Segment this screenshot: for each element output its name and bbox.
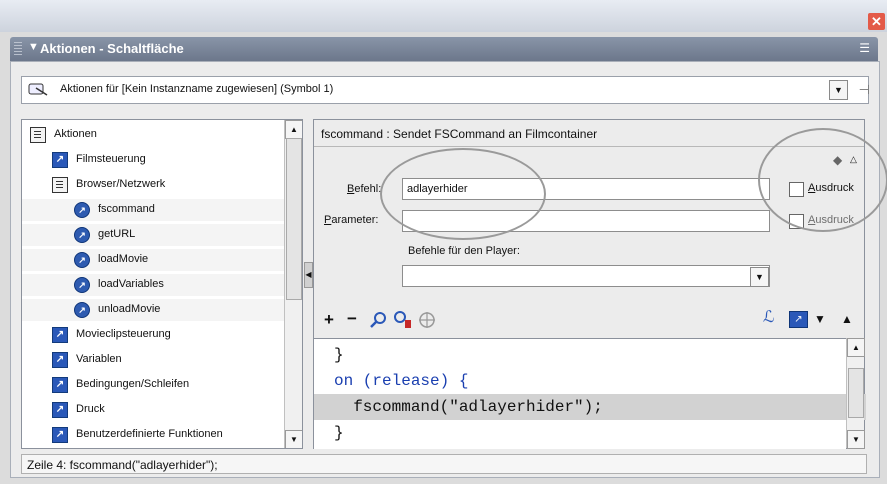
code-line[interactable]: } xyxy=(314,420,866,446)
befehl-label: Befehl: xyxy=(347,183,382,195)
parameter-label: Parameter: xyxy=(324,214,379,226)
script-scrollbar[interactable]: ▲ ▼ xyxy=(846,338,865,449)
code-line[interactable]: on (release) { xyxy=(314,368,866,394)
pin-icon[interactable]: ⊣ xyxy=(859,82,870,98)
debug-options-icon[interactable]: ℒ xyxy=(763,309,775,327)
insert-target-path-icon[interactable] xyxy=(418,311,436,329)
find-icon[interactable] xyxy=(369,311,387,329)
reference-icon[interactable]: ◆ xyxy=(833,153,842,167)
scroll-down-button[interactable]: ▼ xyxy=(285,430,302,448)
player-commands-select[interactable]: ▼ xyxy=(402,265,770,287)
target-label: Aktionen für [Kein Instanzname zugewiese… xyxy=(60,83,334,95)
action-folder-icon: ↗ xyxy=(52,402,68,418)
tree-item[interactable]: ↗ Variablen xyxy=(22,349,284,371)
target-dropdown-button[interactable]: ▼ xyxy=(829,80,848,100)
tree-item-label: Filmsteuerung xyxy=(76,153,146,165)
button-symbol-icon xyxy=(28,83,48,96)
move-up-icon[interactable]: ▲ xyxy=(841,310,853,328)
book-icon xyxy=(30,127,46,143)
tree-item-label: Movieclipsteuerung xyxy=(76,328,171,340)
parameters-panel: fscommand : Sendet FSCommand an Filmcont… xyxy=(313,119,866,449)
action-icon: ↗ xyxy=(74,227,90,243)
tree-item[interactable]: ↗ unloadMovie xyxy=(22,299,284,321)
tree-item-label: fscommand xyxy=(98,203,155,215)
panel-titlebar[interactable]: ▼ Aktionen - Schaltfläche ☰ xyxy=(10,37,878,61)
action-folder-icon: ↗ xyxy=(52,352,68,368)
tree-item-label: Browser/Netzwerk xyxy=(76,178,166,190)
view-options-icon[interactable]: ↗ xyxy=(789,311,808,328)
tree-item-label: Bedingungen/Schleifen xyxy=(76,378,190,390)
actions-panel: Aktionen für [Kein Instanzname zugewiese… xyxy=(10,61,880,478)
tree-item[interactable]: Browser/Netzwerk xyxy=(22,174,284,196)
grip-handle[interactable] xyxy=(14,42,22,56)
tree-item-label: Aktionen xyxy=(54,128,97,140)
befehl-input[interactable]: adlayerhider xyxy=(402,178,770,200)
ausdruck-label-2: Ausdruck xyxy=(808,214,854,226)
tree-item[interactable]: ↗ Filmsteuerung xyxy=(22,149,284,171)
action-icon: ↗ xyxy=(74,277,90,293)
parameter-input[interactable] xyxy=(402,210,770,232)
tree-item-label: unloadMovie xyxy=(98,303,161,315)
status-bar: Zeile 4: fscommand("adlayerhider"); xyxy=(21,454,867,474)
scroll-thumb[interactable] xyxy=(286,138,302,300)
view-menu-icon[interactable]: ▼ xyxy=(814,310,826,328)
script-editor[interactable]: } on (release) { fscommand("adlayerhider… xyxy=(314,338,866,449)
divider xyxy=(314,146,864,147)
action-icon: ↗ xyxy=(74,252,90,268)
tree-item-label: loadVariables xyxy=(98,278,164,290)
book-icon xyxy=(52,177,68,193)
top-bar xyxy=(0,0,887,32)
action-folder-icon: ↗ xyxy=(52,152,68,168)
script-scroll-thumb[interactable] xyxy=(848,368,864,418)
code-line-selected[interactable]: fscommand("adlayerhider"); xyxy=(314,394,866,420)
tree-item[interactable]: ↗ getURL xyxy=(22,224,284,246)
tree-item-label: getURL xyxy=(98,228,136,240)
player-commands-dropdown-button[interactable]: ▼ xyxy=(750,267,769,287)
remove-action-icon[interactable]: − xyxy=(347,310,357,328)
ausdruck-checkbox-1[interactable] xyxy=(789,182,804,197)
action-folder-icon: ↗ xyxy=(52,377,68,393)
tree-item[interactable]: ↗ loadVariables xyxy=(22,274,284,296)
code-line[interactable]: } xyxy=(314,342,866,368)
script-scroll-down-button[interactable]: ▼ xyxy=(847,430,865,449)
tree-item[interactable]: ↗ fscommand xyxy=(22,199,284,221)
action-folder-icon: ↗ xyxy=(52,427,68,443)
panel-title: Aktionen - Schaltfläche xyxy=(40,41,184,56)
close-button[interactable]: ✕ xyxy=(868,13,885,30)
action-icon: ↗ xyxy=(74,202,90,218)
player-commands-label: Befehle für den Player: xyxy=(408,245,520,257)
action-icon: ↗ xyxy=(74,302,90,318)
replace-icon[interactable] xyxy=(393,311,413,329)
panel-menu-icon[interactable]: ☰ xyxy=(859,41,870,55)
collapse-arrow-icon[interactable]: ▼ xyxy=(28,41,39,53)
action-folder-icon: ↗ xyxy=(52,327,68,343)
tree-item[interactable]: ↗ Druck xyxy=(22,399,284,421)
tree-item[interactable]: ↗ Movieclipsteuerung xyxy=(22,324,284,346)
target-selector[interactable]: Aktionen für [Kein Instanzname zugewiese… xyxy=(21,76,870,104)
ausdruck-checkbox-2[interactable] xyxy=(789,214,804,229)
splitter-handle[interactable]: ◀ xyxy=(304,262,313,288)
tree-item-label: Druck xyxy=(76,403,105,415)
tree-item[interactable]: Aktionen xyxy=(22,124,284,146)
tree-item[interactable]: ↗ Bedingungen/Schleifen xyxy=(22,374,284,396)
tree-item-label: loadMovie xyxy=(98,253,149,265)
toolbox-scrollbar[interactable]: ▲ ▼ xyxy=(284,120,302,448)
tree-item[interactable]: ↗ Benutzerdefinierte Funktionen xyxy=(22,424,284,446)
scroll-up-button[interactable]: ▲ xyxy=(285,120,302,139)
tree-item-label: Variablen xyxy=(76,353,122,365)
ausdruck-label-1: Ausdruck xyxy=(808,182,854,194)
actions-toolbox: Aktionen ↗ Filmsteuerung Browser/Netzwerk ↗ f… xyxy=(21,119,303,449)
tree-item-label: Benutzerdefinierte Funktionen xyxy=(76,428,223,440)
code-line-text: on (release) { xyxy=(334,372,469,390)
script-scroll-up-button[interactable]: ▲ xyxy=(847,338,865,357)
action-description: fscommand : Sendet FSCommand an Filmcont… xyxy=(321,127,598,141)
add-action-icon[interactable]: + xyxy=(324,311,334,329)
collapse-params-icon[interactable]: △ xyxy=(850,154,857,165)
tree-item[interactable]: ↗ loadMovie xyxy=(22,249,284,271)
